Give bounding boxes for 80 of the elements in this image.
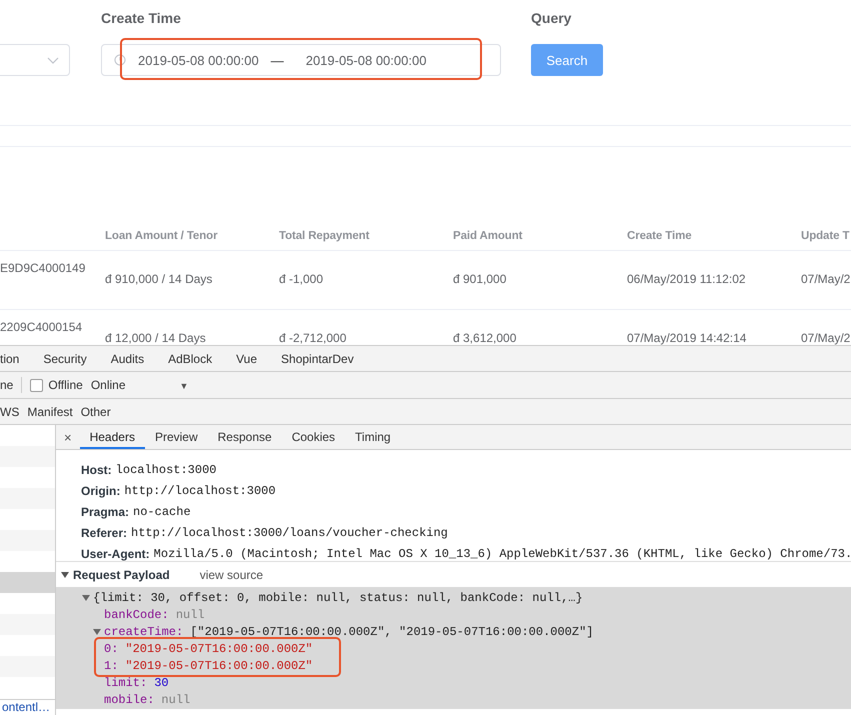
- request-row[interactable]: [0, 656, 55, 677]
- section-title: Request Payload: [73, 568, 170, 582]
- property-key: createTime:: [104, 624, 184, 638]
- table-cell-text: E9D9C4000149: [0, 260, 86, 277]
- property-value: 30: [154, 676, 169, 690]
- panel-tab[interactable]: Security: [31, 352, 99, 366]
- request-row[interactable]: [0, 614, 55, 635]
- panel-tab[interactable]: AdBlock: [156, 352, 224, 366]
- panel-tab[interactable]: Audits: [98, 352, 156, 366]
- clock-icon: [114, 54, 126, 66]
- table-cell-text: 07/May/2: [801, 271, 851, 288]
- type-filter[interactable]: WS: [0, 404, 20, 418]
- property-key: bankCode:: [104, 608, 169, 622]
- property-value: "2019-05-07T16:00:00.000Z": [125, 658, 313, 672]
- detail-tab[interactable]: Response: [208, 425, 282, 449]
- header-value: http://localhost:3000/loans/voucher-checking: [131, 526, 448, 540]
- throttle-dropdown[interactable]: Online ▼: [90, 378, 188, 392]
- object-summary: {limit: 30, offset: 0, mobile: null, status: null, bankCode: null,…}: [93, 590, 583, 604]
- header-name: Referer:: [81, 526, 128, 540]
- type-filter[interactable]: Other: [80, 404, 111, 418]
- offline-checkbox[interactable]: [30, 378, 44, 392]
- header-name: Host:: [81, 462, 112, 476]
- property-value: ["2019-05-07T16:00:00.000Z", "2019-05-07T16:00:00.000Z"]: [190, 624, 594, 638]
- header-value: no-cache: [133, 504, 191, 518]
- table-cell-text: đ -1,000: [279, 271, 324, 288]
- filter-label: Create Time: [101, 10, 182, 28]
- panel-tab[interactable]: tion: [0, 352, 32, 366]
- close-icon[interactable]: ×: [64, 430, 72, 444]
- checkbox-label: Offline: [48, 378, 83, 392]
- request-row[interactable]: ontentl…: [0, 699, 55, 715]
- header-name: Origin:: [81, 484, 120, 498]
- column-header: Create Time: [627, 230, 693, 242]
- property-key: 1:: [104, 658, 118, 672]
- expand-triangle-icon[interactable]: [82, 594, 90, 600]
- column-header: Paid Amount: [453, 230, 524, 242]
- property-value: null: [161, 692, 190, 706]
- toolbar-label: ne: [0, 378, 14, 392]
- select-field[interactable]: [0, 44, 70, 76]
- expand-triangle-icon[interactable]: [93, 628, 101, 634]
- start-date-value: 2019-05-08 00:00:00: [138, 52, 259, 68]
- column-header: Loan Amount / Tenor: [105, 230, 218, 242]
- table-cell-text: 2209C4000154: [0, 319, 84, 336]
- property-value: "2019-05-07T16:00:00.000Z": [125, 642, 313, 656]
- column-header: Total Repayment: [279, 230, 370, 242]
- chevron-down-icon: [47, 56, 59, 64]
- detail-tab[interactable]: Headers: [80, 425, 145, 449]
- property-key: 0:: [104, 642, 118, 656]
- table-cell-text: 07/May/2: [801, 330, 851, 345]
- table-cell-text: đ 910,000 / 14 Days: [105, 271, 214, 288]
- property-key: limit:: [104, 676, 148, 690]
- detail-tab[interactable]: Preview: [144, 425, 208, 449]
- property-value: null: [176, 608, 205, 622]
- request-row[interactable]: [0, 572, 55, 593]
- detail-tab[interactable]: Cookies: [282, 425, 346, 449]
- table-cell-text: đ 3,612,000: [453, 330, 518, 345]
- table-cell-text: 07/May/2019 14:42:14: [627, 330, 748, 345]
- table-cell-text: đ -2,712,000: [279, 330, 348, 345]
- view-source-link[interactable]: view source: [200, 568, 264, 582]
- date-range-field[interactable]: 2019-05-08 00:00:00 — 2019-05-08 00:00:00: [101, 44, 501, 76]
- request-row[interactable]: [0, 530, 55, 551]
- table-cell-text: đ 12,000 / 14 Days: [105, 330, 207, 345]
- panel-tab[interactable]: Vue: [224, 352, 270, 366]
- detail-tab[interactable]: Timing: [345, 425, 401, 449]
- header-value: localhost:3000: [116, 462, 216, 476]
- range-separator: —: [270, 52, 284, 68]
- request-row[interactable]: [0, 446, 55, 467]
- expand-triangle-icon[interactable]: [61, 572, 69, 578]
- column-header: Update T: [801, 230, 850, 242]
- type-filter[interactable]: Manifest: [27, 404, 73, 418]
- filter-label: Query: [531, 10, 572, 28]
- header-name: User-Agent:: [81, 546, 150, 560]
- property-key: mobile:: [104, 692, 154, 706]
- header-name: Pragma:: [81, 504, 130, 518]
- request-row[interactable]: [0, 488, 55, 509]
- header-value: Mozilla/5.0 (Macintosh; Intel Mac OS X 10_13_6) AppleWebKit/537.36 (KHTML, like Gecko) Chrome/73.: [154, 546, 851, 560]
- table-cell-text: 06/May/2019 11:12:02: [627, 271, 747, 288]
- header-value: http://localhost:3000: [124, 484, 276, 498]
- end-date-value: 2019-05-08 00:00:00: [306, 52, 426, 68]
- panel-tab[interactable]: ShopintarDev: [269, 352, 366, 366]
- table-cell-text: đ 901,000: [453, 271, 508, 288]
